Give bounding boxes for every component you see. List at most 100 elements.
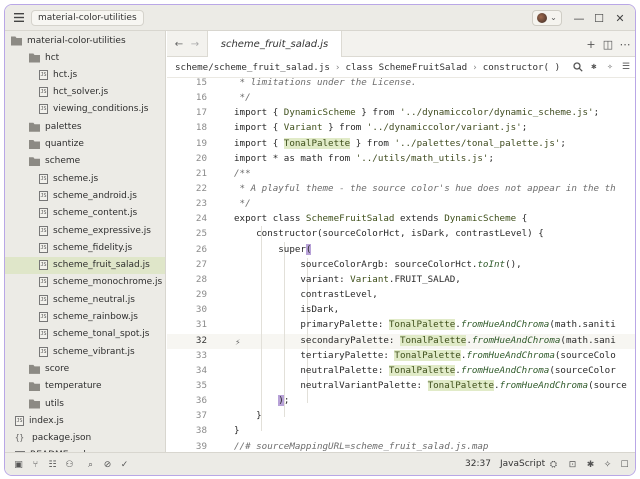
hamburger-icon[interactable] — [9, 8, 29, 28]
code-line-39: //# sourceMappingURL=scheme_fruit_salad.… — [234, 441, 489, 452]
sidebar-item-label: scheme_rainbow.js — [53, 312, 138, 322]
breadcrumb-method[interactable]: constructor( ) — [483, 62, 560, 73]
breadcrumb-separator: › — [472, 61, 478, 73]
sidebar-item-scheme-tonal-spot-js[interactable]: JS scheme_tonal_spot.js — [5, 326, 165, 343]
tree-root-label: material-color-utilities — [27, 35, 126, 46]
project-switcher[interactable]: material-color-utilities — [31, 9, 144, 26]
code-line-21: /** — [234, 168, 251, 179]
line-number: 19 — [195, 138, 207, 149]
code-line-18: import { Variant } from '../dynamiccolor… — [234, 122, 528, 133]
breadcrumb: scheme/scheme_fruit_salad.js › class Sch… — [167, 57, 635, 78]
code-line-22: * A playful theme - the source color's h… — [234, 183, 616, 194]
tab-bar: ← → scheme_fruit_salad.js + ◫ ⋯ — [167, 31, 635, 57]
search-icon[interactable] — [571, 60, 585, 74]
js-file-icon: JS — [39, 260, 48, 271]
line-number: 16 — [195, 92, 207, 103]
sidebar-item-scheme[interactable]: scheme — [5, 153, 165, 170]
sidebar-item-package-json[interactable]: {} package.json — [5, 430, 165, 447]
line-number: 23 — [195, 198, 207, 209]
sidebar-item-scheme-rainbow-js[interactable]: JS scheme_rainbow.js — [5, 309, 165, 326]
collaborators-icon[interactable]: ⚇ — [62, 457, 77, 472]
sidebar-item-scheme-fidelity-js[interactable]: JS scheme_fidelity.js — [5, 239, 165, 256]
back-icon[interactable]: ← — [171, 36, 187, 52]
forward-icon[interactable]: → — [187, 36, 203, 52]
line-number: 22 — [195, 183, 207, 194]
js-file-icon: JS — [15, 415, 24, 426]
settings-icon[interactable]: ☰ — [619, 60, 633, 74]
sidebar-item-hct-js[interactable]: JS hct.js — [5, 66, 165, 83]
check-icon[interactable]: ✓ — [117, 457, 132, 472]
sidebar-item-hct-solver-js[interactable]: JS hct_solver.js — [5, 84, 165, 101]
sidebar-item-index-js[interactable]: JS index.js — [5, 412, 165, 429]
breadcrumb-class[interactable]: class SchemeFruitSalad — [345, 62, 467, 73]
sidebar-item-scheme-neutral-js[interactable]: JS scheme_neutral.js — [5, 291, 165, 308]
folder-icon — [29, 122, 40, 132]
terminal-icon[interactable]: ⊡ — [565, 457, 580, 472]
js-file-icon: JS — [39, 225, 48, 236]
sidebar-item-label: index.js — [29, 415, 64, 426]
assistant-icon[interactable]: ✱ — [583, 457, 598, 472]
assistant-icon[interactable]: ✱ — [587, 60, 601, 74]
sidebar-item-temperature[interactable]: temperature — [5, 378, 165, 395]
tab-scheme-fruit-salad[interactable]: scheme_fruit_salad.js — [207, 31, 342, 57]
sidebar-item-palettes[interactable]: palettes — [5, 118, 165, 135]
line-number: 32 — [195, 335, 207, 346]
sidebar-item-label: utils — [45, 398, 64, 409]
sidebar-item-label: scheme_fruit_salad.js — [53, 260, 150, 271]
sidebar-item-scheme-fruit-salad-js[interactable]: JS scheme_fruit_salad.js — [5, 256, 165, 274]
code-line-29: contrastLevel, — [234, 289, 378, 300]
git-branch-icon[interactable]: ⑂ — [28, 457, 43, 472]
user-menu[interactable]: ⌄ — [532, 10, 562, 26]
sidebar-item-label: scheme.js — [53, 173, 99, 184]
code-line-19: import { TonalPalette } from '../palette… — [234, 138, 566, 149]
sidebar-item-label: scheme_android.js — [53, 190, 137, 201]
sidebar-item-label: scheme_content.js — [53, 208, 138, 219]
notifications-icon[interactable]: ✧ — [600, 457, 615, 472]
language-selector[interactable]: JavaScript — [500, 459, 545, 469]
line-number: 33 — [195, 350, 207, 361]
panel-toggle-icon[interactable]: ▣ — [11, 457, 26, 472]
sidebar-item-viewing-conditions-js[interactable]: JS viewing_conditions.js — [5, 101, 165, 118]
js-file-icon: JS — [39, 277, 48, 288]
split-pane-icon[interactable]: ◫ — [600, 36, 616, 52]
folder-icon — [29, 53, 40, 63]
breadcrumb-path[interactable]: scheme/scheme_fruit_salad.js — [175, 62, 330, 73]
sidebar-item-utils[interactable]: utils — [5, 395, 165, 412]
sidebar-item-label: scheme_neutral.js — [53, 294, 135, 305]
code-line-17: import { DynamicScheme } from '../dynami… — [234, 107, 600, 118]
maximize-button[interactable]: ☐ — [590, 9, 608, 27]
sidebar-item-scheme-expressive-js[interactable]: JS scheme_expressive.js — [5, 222, 165, 239]
js-file-icon: JS — [39, 87, 48, 98]
cursor-position[interactable]: 32:37 — [465, 459, 491, 469]
code-editor[interactable]: ⚡ 15 16 17 18 19 20 21 22 23 24 25 26 27 28 29 30 31 32 33… — [167, 78, 635, 452]
sidebar-item-scheme-content-js[interactable]: JS scheme_content.js — [5, 205, 165, 222]
search-icon[interactable]: ⌕ — [83, 457, 98, 472]
minimize-button[interactable]: — — [570, 9, 588, 27]
sidebar-item-label: temperature — [45, 381, 102, 392]
outline-icon[interactable]: ☷ — [45, 457, 60, 472]
feedback-icon[interactable]: ☐ — [617, 457, 632, 472]
copilot-icon[interactable]: ⛭ — [546, 457, 561, 472]
sidebar-item-scheme-android-js[interactable]: JS scheme_android.js — [5, 187, 165, 204]
tree-root[interactable]: material-color-utilities — [5, 32, 165, 49]
sidebar-item-label: viewing_conditions.js — [53, 104, 149, 115]
inline-assist-icon[interactable]: ✧ — [603, 60, 617, 74]
close-button[interactable]: ✕ — [611, 9, 629, 27]
sidebar-item-scheme-monochrome-js[interactable]: JS scheme_monochrome.js — [5, 274, 165, 291]
chevron-down-icon: ⌄ — [550, 13, 557, 22]
breadcrumb-separator: › — [334, 61, 341, 73]
folder-icon — [29, 399, 40, 409]
sidebar-item-scheme-js[interactable]: JS scheme.js — [5, 170, 165, 187]
line-number: 30 — [195, 304, 207, 315]
line-number: 35 — [195, 380, 207, 391]
js-file-icon: JS — [39, 312, 48, 322]
sidebar-item-scheme-vibrant-js[interactable]: JS scheme_vibrant.js — [5, 343, 165, 360]
code-line-15: * limitations under the License. — [234, 78, 417, 88]
sidebar-item-hct[interactable]: hct — [5, 49, 165, 66]
new-tab-icon[interactable]: + — [583, 36, 599, 52]
sidebar-item-score[interactable]: score — [5, 360, 165, 377]
sidebar-item-quantize[interactable]: quantize — [5, 136, 165, 153]
more-icon[interactable]: ⋯ — [617, 36, 633, 52]
diagnostics-icon[interactable]: ⊘ — [100, 457, 115, 472]
code-line-20: import * as math from '../utils/math_uti… — [234, 153, 495, 164]
